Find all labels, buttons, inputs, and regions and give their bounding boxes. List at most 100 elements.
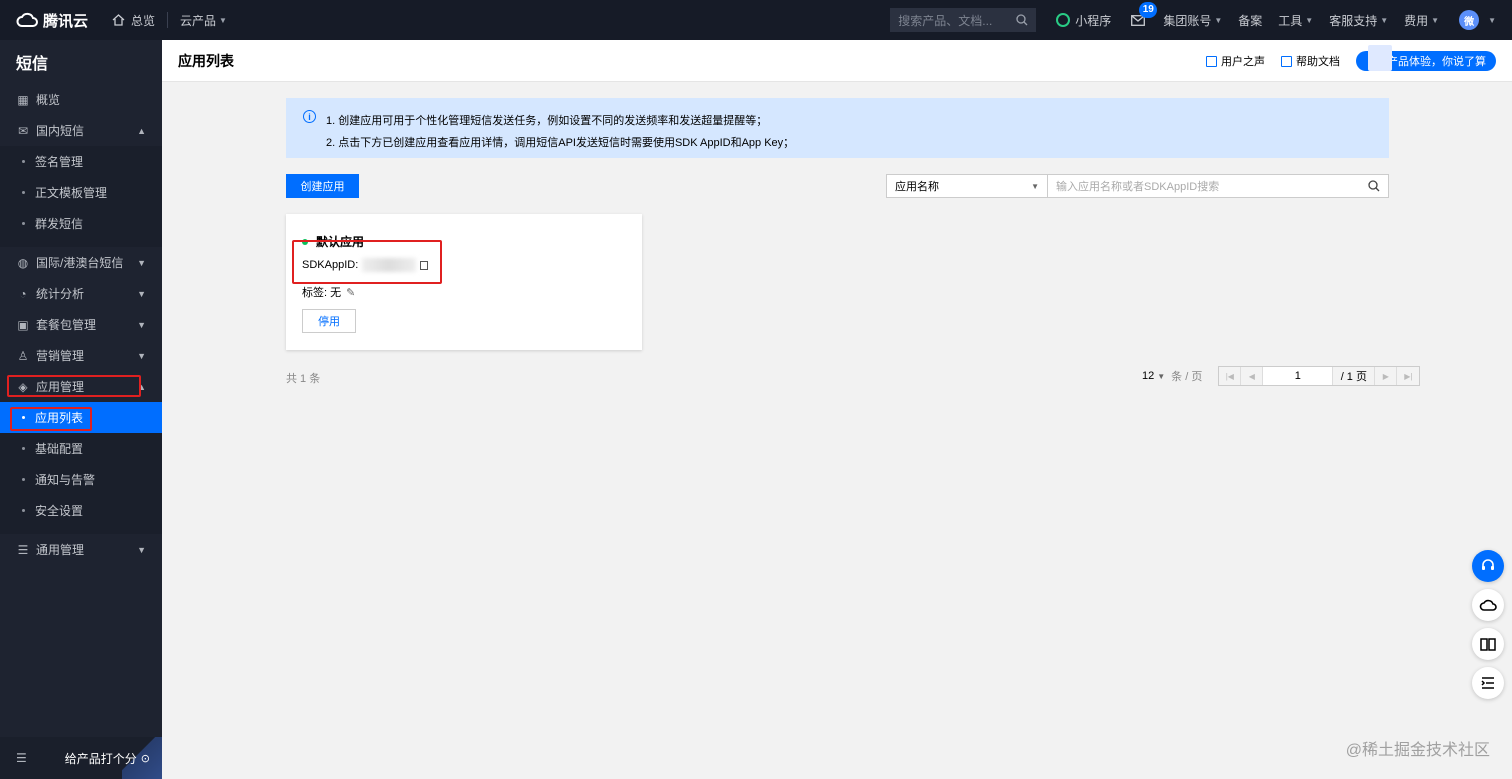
sidebar-item-security[interactable]: 安全设置 — [0, 495, 162, 526]
menu-list-icon[interactable] — [1472, 667, 1504, 699]
page-navigator: |◀ ◀ 1 / 1 页 ▶ ▶| — [1218, 366, 1421, 386]
tag-row: 标签: 无 ✎ — [302, 284, 355, 300]
overview-link[interactable]: 总览 — [100, 0, 167, 40]
sidebar-footer: ☰ 给产品打个分 ⊙ — [0, 737, 162, 779]
sidebar-item-intl[interactable]: ◍ 国际/港澳台短信 ▼ — [0, 247, 162, 278]
tools-label: 工具 — [1278, 13, 1303, 28]
mini-program-link[interactable]: 小程序 — [1046, 12, 1121, 29]
sidebar-item-notify-alert[interactable]: 通知与告警 — [0, 464, 162, 495]
page-header: 应用列表 用户之声 帮助文档 产品体验，你说了算 — [162, 40, 1512, 82]
chevron-down-icon[interactable]: ▼ — [1488, 16, 1496, 25]
products-menu[interactable]: 云产品 ▼ — [168, 0, 239, 40]
package-icon: ▣ — [17, 317, 29, 332]
sidebar-item-label: 统计分析 — [36, 287, 85, 301]
chevron-down-icon: ▼ — [137, 319, 146, 330]
bullet-icon — [22, 478, 25, 481]
survey-paper-icon — [1368, 45, 1392, 71]
sidebar-item-general[interactable]: ☰ 通用管理 ▼ — [0, 534, 162, 565]
sidebar-item-label: 群发短信 — [35, 217, 84, 231]
user-voice-label: 用户之声 — [1221, 56, 1265, 68]
sidebar-item-sign-mgmt[interactable]: 签名管理 — [0, 146, 162, 177]
sidebar-item-label: 通用管理 — [36, 543, 85, 557]
page-total: / 1 页 — [1333, 367, 1376, 385]
filing-link[interactable]: 备案 — [1230, 0, 1270, 40]
mail-count-badge: 19 — [1139, 2, 1158, 18]
sidebar-item-bulk-sms[interactable]: 群发短信 — [0, 208, 162, 239]
chevron-down-icon: ▼ — [1431, 15, 1440, 25]
support-menu[interactable]: 客服支持 ▼ — [1321, 0, 1396, 40]
search-placeholder: 搜索产品、文档... — [898, 13, 993, 28]
chevron-down-icon: ▼ — [1214, 15, 1223, 25]
sidebar-item-domestic[interactable]: ✉ 国内短信 ▲ — [0, 115, 162, 146]
sidebar-item-label: 国内短信 — [36, 124, 85, 138]
create-app-button[interactable]: 创建应用 — [286, 174, 359, 198]
book-icon[interactable] — [1472, 628, 1504, 660]
page-title: 应用列表 — [178, 52, 234, 69]
sidebar-item-template-mgmt[interactable]: 正文模板管理 — [0, 177, 162, 208]
first-page-icon[interactable]: |◀ — [1219, 367, 1242, 385]
user-voice-link[interactable]: 用户之声 — [1206, 53, 1265, 69]
account-menu[interactable]: 集团账号 ▼ — [1155, 0, 1230, 40]
filter-field-select[interactable]: 应用名称 ▼ — [886, 174, 1048, 198]
pencil-icon[interactable]: ✎ — [346, 286, 355, 299]
bullet-icon — [22, 160, 25, 163]
mail-button[interactable]: 19 — [1121, 0, 1158, 40]
app-search-input[interactable]: 输入应用名称或者SDKAppID搜索 — [1047, 174, 1389, 198]
search-icon — [1016, 14, 1028, 26]
filing-label: 备案 — [1238, 13, 1263, 28]
sidebar-item-label: 签名管理 — [35, 155, 84, 169]
edit-icon — [1206, 55, 1217, 67]
help-doc-link[interactable]: 帮助文档 — [1281, 53, 1340, 69]
global-search-input[interactable]: 搜索产品、文档... — [890, 8, 1037, 32]
collapse-sidebar-icon[interactable]: ☰ — [16, 751, 27, 765]
total-count: 共 1 条 — [286, 373, 321, 385]
sidebar-item-basic-config[interactable]: 基础配置 — [0, 433, 162, 464]
brand-name: 腾讯云 — [43, 12, 89, 30]
search-icon[interactable] — [1368, 180, 1380, 192]
chevron-down-icon: ▼ — [137, 288, 146, 299]
page-size-select[interactable]: 12 ▼ 条 / 页 — [1142, 368, 1202, 384]
floating-toolbar — [1472, 550, 1504, 706]
page-number-input[interactable]: 1 — [1263, 367, 1334, 385]
app-search-placeholder: 输入应用名称或者SDKAppID搜索 — [1056, 181, 1220, 193]
account-label: 集团账号 — [1163, 13, 1212, 28]
chevron-down-icon: ▼ — [137, 350, 146, 361]
brand-logo[interactable]: 腾讯云 — [0, 0, 100, 40]
bullet-icon — [22, 222, 25, 225]
survey-button[interactable]: 产品体验，你说了算 — [1356, 45, 1496, 71]
domestic-submenu: 签名管理 正文模板管理 群发短信 — [0, 146, 162, 247]
help-doc-label: 帮助文档 — [1296, 56, 1340, 68]
page-size-unit: 条 / 页 — [1171, 371, 1203, 383]
last-page-icon[interactable]: ▶| — [1397, 367, 1419, 385]
highlight-box-app-mgmt — [7, 375, 141, 397]
watermark: @稀土掘金技术社区 — [1345, 742, 1490, 759]
sidebar-item-label: 正文模板管理 — [35, 186, 108, 200]
billing-label: 费用 — [1404, 13, 1429, 28]
sidebar-item-overview[interactable]: ▦ 概览 — [0, 84, 162, 115]
notice-line-2: 2. 点击下方已创建应用查看应用详情，调用短信API发送短信时需要使用SDK A… — [326, 137, 795, 149]
customer-service-icon[interactable] — [1472, 550, 1504, 582]
list-settings-icon: ☰ — [17, 542, 29, 557]
overview-label: 总览 — [131, 13, 156, 28]
billing-menu[interactable]: 费用 ▼ — [1396, 0, 1447, 40]
chevron-down-icon: ▼ — [1031, 181, 1039, 191]
disable-button[interactable]: 停用 — [302, 309, 356, 333]
pie-chart-icon: ◔ — [19, 286, 27, 301]
support-label: 客服支持 — [1329, 13, 1378, 28]
tools-menu[interactable]: 工具 ▼ — [1270, 0, 1321, 40]
user-avatar[interactable]: 微 — [1459, 10, 1480, 30]
user-icon: ♙ — [17, 348, 29, 363]
cloud-icon[interactable] — [1472, 589, 1504, 621]
sidebar-title: 短信 — [16, 56, 49, 73]
sidebar-item-stats[interactable]: ◔ 统计分析 ▼ — [0, 278, 162, 309]
sidebar-item-marketing[interactable]: ♙ 营销管理 ▼ — [0, 340, 162, 371]
info-icon: i — [303, 110, 316, 123]
tag-label: 标签: 无 — [302, 287, 342, 299]
next-page-icon[interactable]: ▶ — [1375, 367, 1398, 385]
chevron-down-icon: ▼ — [1380, 15, 1389, 25]
bullet-icon — [22, 509, 25, 512]
mail-icon: ✉ — [17, 123, 29, 138]
sidebar-item-package[interactable]: ▣ 套餐包管理 ▼ — [0, 309, 162, 340]
rate-product-button[interactable]: 给产品打个分 ⊙ — [65, 750, 150, 767]
prev-page-icon[interactable]: ◀ — [1241, 367, 1264, 385]
